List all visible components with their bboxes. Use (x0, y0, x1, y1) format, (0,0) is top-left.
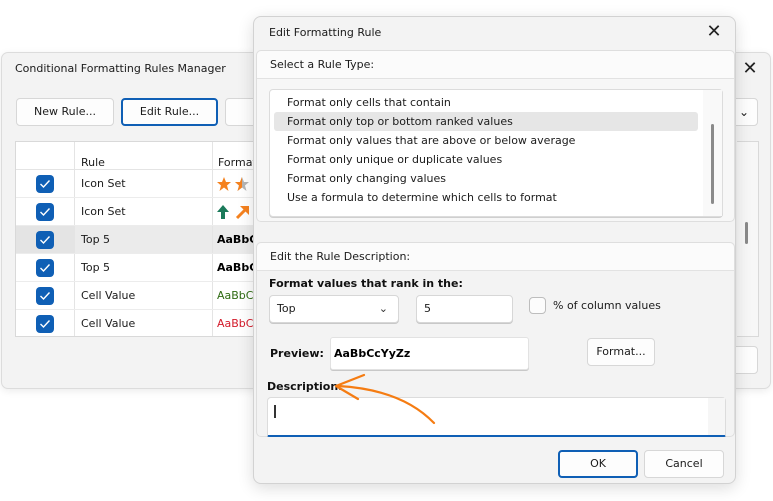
rank-select-value: Top (277, 302, 296, 315)
rules-manager-title: Conditional Formatting Rules Manager (15, 62, 226, 75)
list-item[interactable]: Format only cells that contain (274, 93, 698, 112)
description-label: Description: (267, 380, 343, 393)
table-row[interactable]: Top 5 AaBbCc (16, 254, 264, 282)
rank-label: Format values that rank in the: (269, 277, 463, 290)
scrollbar-thumb[interactable] (745, 222, 748, 244)
enabled-checkbox[interactable] (36, 175, 54, 193)
format-button[interactable]: Format... (587, 338, 655, 366)
list-scrollbar[interactable] (703, 90, 722, 216)
column-header-format[interactable]: Format (218, 156, 257, 169)
preview-label: Preview: (270, 347, 324, 360)
list-item[interactable]: Format only top or bottom ranked values (274, 112, 698, 131)
description-scrollbar[interactable] (708, 398, 725, 435)
rule-name: Icon Set (81, 205, 126, 218)
list-item[interactable]: Format only unique or duplicate values (274, 150, 698, 169)
rule-name: Cell Value (81, 317, 136, 330)
description-input[interactable] (267, 397, 726, 437)
table-row[interactable]: Icon Set (16, 198, 260, 226)
rule-type-list[interactable]: Format only cells that contain Format on… (269, 89, 723, 217)
close-icon[interactable]: ✕ (704, 22, 724, 42)
enabled-checkbox[interactable] (36, 259, 54, 277)
column-header-rule[interactable]: Rule (81, 156, 105, 169)
star-icon (217, 177, 231, 191)
list-item[interactable]: Format only values that are above or bel… (274, 131, 698, 150)
preview-box: AaBbCcYyZz (330, 337, 529, 370)
list-item[interactable]: Format only changing values (274, 169, 698, 188)
text-caret (274, 405, 276, 418)
rule-description-section: Edit the Rule Description: Format values… (256, 242, 735, 437)
rule-name: Icon Set (81, 177, 126, 190)
rules-grid: Rule Format Icon Set Icon Set Top 5 AaBb… (15, 141, 273, 338)
table-row[interactable]: Top 5 AaBbCc (16, 226, 273, 254)
rule-name: Top 5 (75, 226, 212, 253)
edit-rule-button[interactable]: Edit Rule... (121, 98, 218, 126)
arrow-up-icon (217, 205, 229, 219)
percent-checkbox[interactable] (529, 297, 546, 314)
scrollbar-thumb[interactable] (711, 124, 714, 204)
enabled-checkbox[interactable] (36, 287, 54, 305)
enabled-checkbox[interactable] (36, 231, 54, 249)
table-row[interactable]: Cell Value AaBbCcY (16, 282, 266, 310)
rule-name: Cell Value (81, 289, 136, 302)
enabled-checkbox[interactable] (36, 203, 54, 221)
table-row[interactable]: Icon Set (16, 170, 267, 198)
table-row[interactable]: Cell Value AaBbCcY (16, 310, 266, 338)
section-header: Select a Rule Type: (257, 51, 734, 79)
list-item[interactable]: Use a formula to determine which cells t… (274, 188, 698, 207)
rank-select[interactable]: Top ⌄ (269, 295, 399, 323)
grid-scrollbar[interactable] (737, 141, 759, 337)
section-header: Edit the Rule Description: (257, 243, 734, 271)
rule-type-section: Select a Rule Type: Format only cells th… (256, 50, 735, 222)
chevron-down-icon: ⌄ (378, 302, 388, 315)
new-rule-button[interactable]: New Rule... (16, 98, 114, 126)
ok-button[interactable]: OK (558, 450, 638, 478)
close-icon[interactable]: ✕ (740, 59, 760, 79)
cancel-button[interactable]: Cancel (644, 450, 724, 478)
dialog-title: Edit Formatting Rule (269, 26, 382, 39)
rule-name: Top 5 (81, 261, 111, 274)
rank-count-input[interactable]: 5 (416, 295, 513, 323)
percent-label: % of column values (553, 299, 661, 312)
edit-formatting-rule-dialog: Edit Formatting Rule ✕ Select a Rule Typ… (253, 16, 736, 484)
enabled-checkbox[interactable] (36, 315, 54, 333)
arrow-up-right-icon (235, 206, 249, 220)
grid-header: Rule Format (16, 142, 260, 170)
